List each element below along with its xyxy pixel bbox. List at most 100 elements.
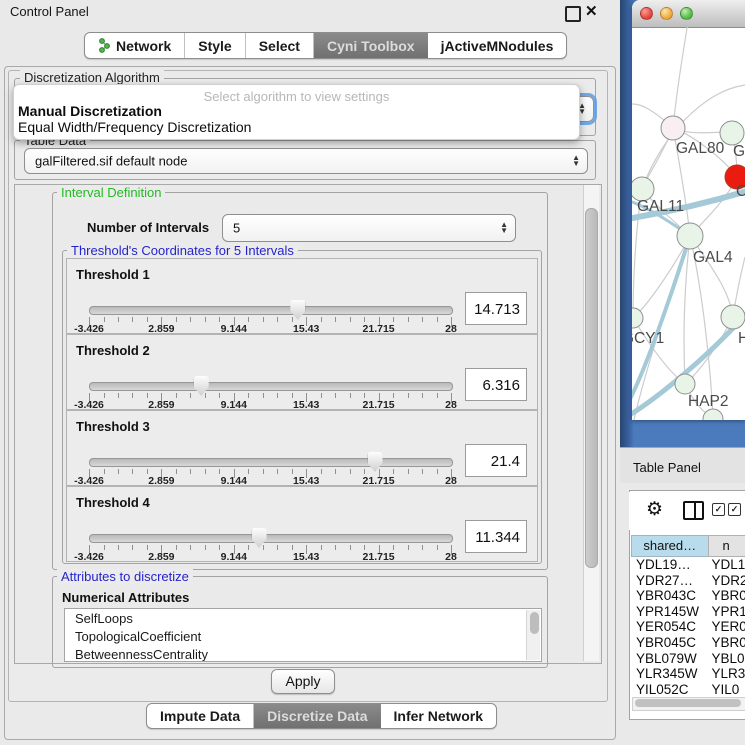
gear-icon[interactable]: ⚙ — [646, 498, 663, 521]
numerical-attributes-list[interactable]: SelfLoopsTopologicalCoefficientBetweenne… — [64, 608, 542, 662]
tab-infer-network[interactable]: Infer Network — [381, 704, 496, 728]
threshold-value-field[interactable]: 14.713 — [465, 292, 527, 325]
float-icon[interactable] — [565, 6, 581, 22]
attribute-list-item[interactable]: SelfLoops — [65, 609, 541, 627]
slider-track[interactable] — [89, 306, 453, 315]
table-row[interactable]: YPR145WYPR1 — [631, 604, 745, 620]
table-row[interactable]: YER054CYER0 — [631, 619, 745, 635]
apply-button[interactable]: Apply — [271, 669, 335, 694]
slider-tick — [176, 469, 177, 474]
table-data-combobox[interactable]: galFiltered.sif default node ▲▼ — [24, 148, 588, 174]
table-cell: YER0 — [708, 619, 745, 635]
tab-label: Cyni Toolbox — [327, 38, 415, 54]
slider-handle[interactable] — [194, 376, 209, 396]
slider-handle[interactable] — [252, 528, 267, 548]
tab-label: Impute Data — [160, 708, 240, 724]
algorithm-option[interactable]: Manual Discretization — [17, 103, 576, 119]
slider-handle[interactable] — [368, 452, 383, 472]
table-panel-title: Table Panel — [633, 460, 701, 475]
attributes-scrollbar[interactable] — [526, 610, 540, 660]
slider-tick — [393, 317, 394, 322]
slider-tick-label: -3.426 — [74, 551, 104, 563]
tab-network[interactable]: Network — [85, 33, 185, 58]
slider-tick — [219, 469, 220, 474]
slider-track[interactable] — [89, 534, 453, 543]
table-row[interactable]: YDR27…YDR2 — [631, 573, 745, 589]
algorithm-option[interactable]: Equal Width/Frequency Discretization — [17, 119, 576, 135]
slider-tick — [205, 393, 206, 398]
table-row[interactable]: YDL19…YDL1 — [631, 557, 745, 573]
slider-tick — [277, 545, 278, 550]
slider-tick — [132, 317, 133, 322]
checkbox-checked-icon[interactable]: ✓ — [712, 503, 725, 516]
tab-impute-data[interactable]: Impute Data — [147, 704, 254, 728]
slider-tick — [364, 393, 365, 398]
threshold-value-field[interactable]: 21.4 — [465, 444, 527, 477]
slider-tick — [292, 545, 293, 550]
network-node[interactable] — [632, 308, 643, 328]
table-cell: YBR045C — [631, 635, 708, 651]
network-node[interactable] — [675, 374, 695, 394]
vertical-scrollbar-thumb[interactable] — [585, 208, 598, 568]
discretization-algorithm-group-title: Discretization Algorithm — [20, 70, 164, 85]
slider-tick — [364, 545, 365, 550]
tab-cyni-toolbox[interactable]: Cyni Toolbox — [314, 33, 428, 58]
table-cell: YDL1 — [708, 557, 745, 573]
algorithm-dropdown-popup: Select algorithm to view settings Manual… — [13, 84, 580, 140]
tab-label: Style — [198, 38, 231, 54]
tab-label: Network — [116, 38, 171, 54]
slider-tick — [205, 317, 206, 322]
table-row[interactable]: YBR045CYBR0 — [631, 635, 745, 651]
number-of-intervals-label: Number of Intervals — [87, 220, 209, 235]
slider-tick — [437, 545, 438, 550]
slider-tick — [263, 317, 264, 322]
node-table[interactable]: shared…nYDL19…YDL1YDR27…YDR2YBR043CYBR0Y… — [631, 535, 745, 695]
minimize-button[interactable] — [660, 7, 673, 20]
number-of-intervals-combobox[interactable]: 5 ▲▼ — [222, 214, 516, 242]
network-node[interactable] — [703, 409, 723, 420]
threshold-value-field[interactable]: 11.344 — [465, 520, 527, 553]
horizontal-scrollbar-thumb[interactable] — [635, 699, 741, 707]
checkbox-checked-icon[interactable]: ✓ — [728, 503, 741, 516]
network-window-titlebar[interactable] — [632, 0, 745, 28]
network-canvas[interactable]: GAL80GACGAL11GAL4GCY1HAHAP2 — [632, 27, 745, 420]
table-cell: YBL079W — [631, 651, 708, 667]
threshold-value-field[interactable]: 6.316 — [465, 368, 527, 401]
close-icon[interactable]: ✕ — [585, 2, 598, 20]
network-node[interactable] — [661, 116, 685, 140]
slider-tick-label: 15.43 — [293, 551, 319, 563]
threshold-panel: Threshold 1-3.4262.8599.14415.4321.71528… — [66, 258, 538, 334]
network-node[interactable] — [677, 223, 703, 249]
tab-discretize-data[interactable]: Discretize Data — [254, 704, 380, 728]
table-cell: YBL0 — [708, 651, 745, 667]
slider-tick — [219, 393, 220, 398]
table-row[interactable]: YBR043CYBR0 — [631, 588, 745, 604]
tab-jactivemnodules[interactable]: jActiveMNodules — [428, 33, 567, 58]
network-node[interactable] — [721, 305, 745, 329]
zoom-button[interactable] — [680, 7, 693, 20]
slider-tick — [147, 469, 148, 474]
attribute-list-item[interactable]: BetweennessCentrality — [65, 645, 541, 662]
tab-select[interactable]: Select — [246, 33, 314, 58]
table-row[interactable]: YLR345WYLR3 — [631, 666, 745, 682]
node-label: GCY1 — [632, 330, 664, 347]
node-label: C — [736, 183, 745, 200]
network-edge — [633, 236, 690, 318]
network-view-window: GAL80GACGAL11GAL4GCY1HAHAP2 — [632, 0, 745, 420]
table-row[interactable]: YBL079WYBL0 — [631, 651, 745, 667]
slider-track[interactable] — [89, 458, 453, 467]
column-header[interactable]: n — [708, 535, 745, 557]
table-row[interactable]: YIL052CYIL0 — [631, 682, 745, 695]
slider-tick — [350, 469, 351, 474]
slider-tick — [393, 469, 394, 474]
tab-style[interactable]: Style — [185, 33, 245, 58]
slider-tick-label: 21.715 — [363, 551, 395, 563]
panel-title: Control Panel — [10, 4, 89, 19]
attributes-scrollbar-thumb[interactable] — [530, 612, 539, 634]
close-button[interactable] — [640, 7, 653, 20]
attribute-list-item[interactable]: TopologicalCoefficient — [65, 627, 541, 645]
column-header[interactable]: shared… — [631, 535, 708, 557]
slider-track[interactable] — [89, 382, 453, 391]
split-view-icon[interactable] — [683, 501, 704, 520]
threshold-label: Threshold 1 — [76, 267, 150, 282]
